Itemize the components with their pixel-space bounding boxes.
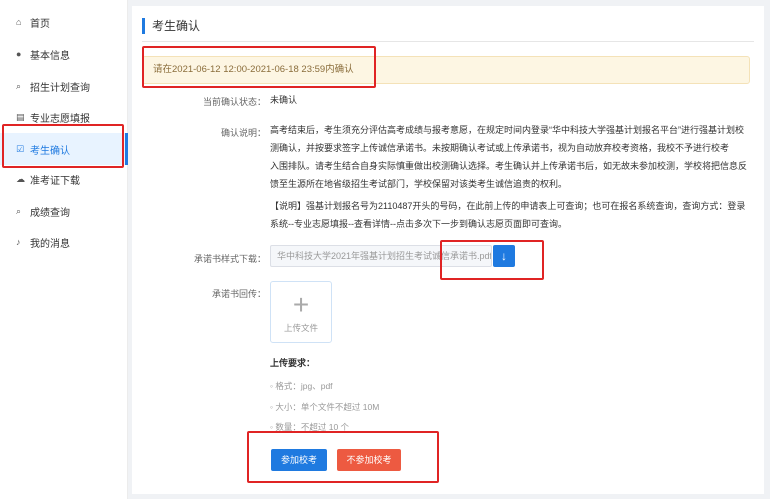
status-value: 未确认 <box>270 95 298 105</box>
download-button[interactable]: ↓ <box>493 245 515 267</box>
sidebar-item-label: 成绩查询 <box>30 207 70 219</box>
description-text: 高考结束后，考生须充分评估高考成绩与报考意愿，在规定时间内登录“华中科技大学强基… <box>270 121 760 233</box>
description-line: 入围排队。请考生结合自身实际慎重做出校测确认选择。考生确认并上传承诺书后，如无故… <box>270 161 748 171</box>
sidebar-item-label: 考生确认 <box>30 145 70 157</box>
sidebar-item-major-application[interactable]: ▤ 专业志愿填报 <box>0 101 128 133</box>
upload-label: 承诺书回传： <box>211 289 266 299</box>
title-divider <box>142 41 754 42</box>
sidebar-item-label: 首页 <box>30 18 50 30</box>
attend-exam-button[interactable]: 参加校考 <box>271 449 327 471</box>
sidebar-item-home[interactable]: ⌂ 首页 <box>0 6 128 38</box>
requirement-item: ◦ 格式：jpg、pdf <box>270 381 333 391</box>
sidebar-item-admission-ticket[interactable]: ☁ 准考证下载 <box>0 163 128 195</box>
template-file-field[interactable]: 华中科技大学2021年强基计划招生考试诚信承诺书.pdf <box>270 245 492 267</box>
requirement-item: ◦ 数量：不超过 10 个 <box>270 422 350 432</box>
description-line: 系统--专业志愿填报--查看详情--点击多次下一步到确认志愿页面即可查询。 <box>270 219 567 229</box>
plus-icon: + <box>292 289 310 320</box>
sidebar-item-plan-query[interactable]: ⌕ 招生计划查询 <box>0 70 128 102</box>
description-label: 确认说明： <box>220 128 266 138</box>
template-download-label: 承诺书样式下载： <box>193 254 266 264</box>
download-arrow-icon: ↓ <box>501 249 507 263</box>
description-line: 测确认，并按要求签字上传诚信承诺书。未按期确认考试或上传承诺书，视为自动放弃校考… <box>270 143 730 153</box>
page-title: 考生确认 <box>142 18 200 34</box>
cloud-download-icon: ☁ <box>16 173 25 184</box>
search-icon: ⌕ <box>16 80 22 91</box>
sidebar-item-label: 我的消息 <box>30 238 70 250</box>
description-line: 【说明】强基计划报名号为2110487开头的号码，在此前上传的申请表上可查询；也… <box>270 201 746 211</box>
search-icon: ⌕ <box>16 205 22 216</box>
sidebar-item-label: 专业志愿填报 <box>30 113 90 125</box>
sidebar-item-label: 准考证下载 <box>30 175 80 187</box>
bell-icon: ♪ <box>16 237 21 247</box>
check-square-icon: ☑ <box>16 143 25 154</box>
upload-file-label: 上传文件 <box>283 323 318 333</box>
sidebar-item-messages[interactable]: ♪ 我的消息 <box>0 226 128 258</box>
description-line: 馈至生源所在地省级招生考试部门，学校保留对该类考生诚信追责的权利。 <box>270 179 568 189</box>
home-icon: ⌂ <box>16 17 22 27</box>
sidebar: ⌂ 首页 ● 基本信息 ⌕ 招生计划查询 ▤ 专业志愿填报 ☑ 考生确认 ☁ 准… <box>0 0 128 499</box>
sidebar-item-label: 招生计划查询 <box>30 82 90 94</box>
requirements-title: 上传要求： <box>270 358 316 368</box>
decline-exam-button[interactable]: 不参加校考 <box>337 449 401 471</box>
user-icon: ● <box>16 49 22 59</box>
sidebar-item-score-query[interactable]: ⌕ 成绩查询 <box>0 195 128 227</box>
deadline-notice: 请在2021-06-12 12:00-2021-06-18 23:59内确认 <box>142 56 750 84</box>
description-line: 高考结束后，考生须充分评估高考成绩与报考意愿，在规定时间内登录“华中科技大学强基… <box>270 125 744 135</box>
upload-file-button[interactable]: + 上传文件 <box>270 281 332 343</box>
requirement-item: ◦ 大小：单个文件不超过 10M <box>270 402 380 412</box>
sidebar-item-label: 基本信息 <box>30 50 70 62</box>
sidebar-item-basic-info[interactable]: ● 基本信息 <box>0 38 128 70</box>
sidebar-item-candidate-confirm[interactable]: ☑ 考生确认 <box>0 133 128 165</box>
document-icon: ▤ <box>16 111 25 122</box>
status-label: 当前确认状态： <box>202 97 266 107</box>
